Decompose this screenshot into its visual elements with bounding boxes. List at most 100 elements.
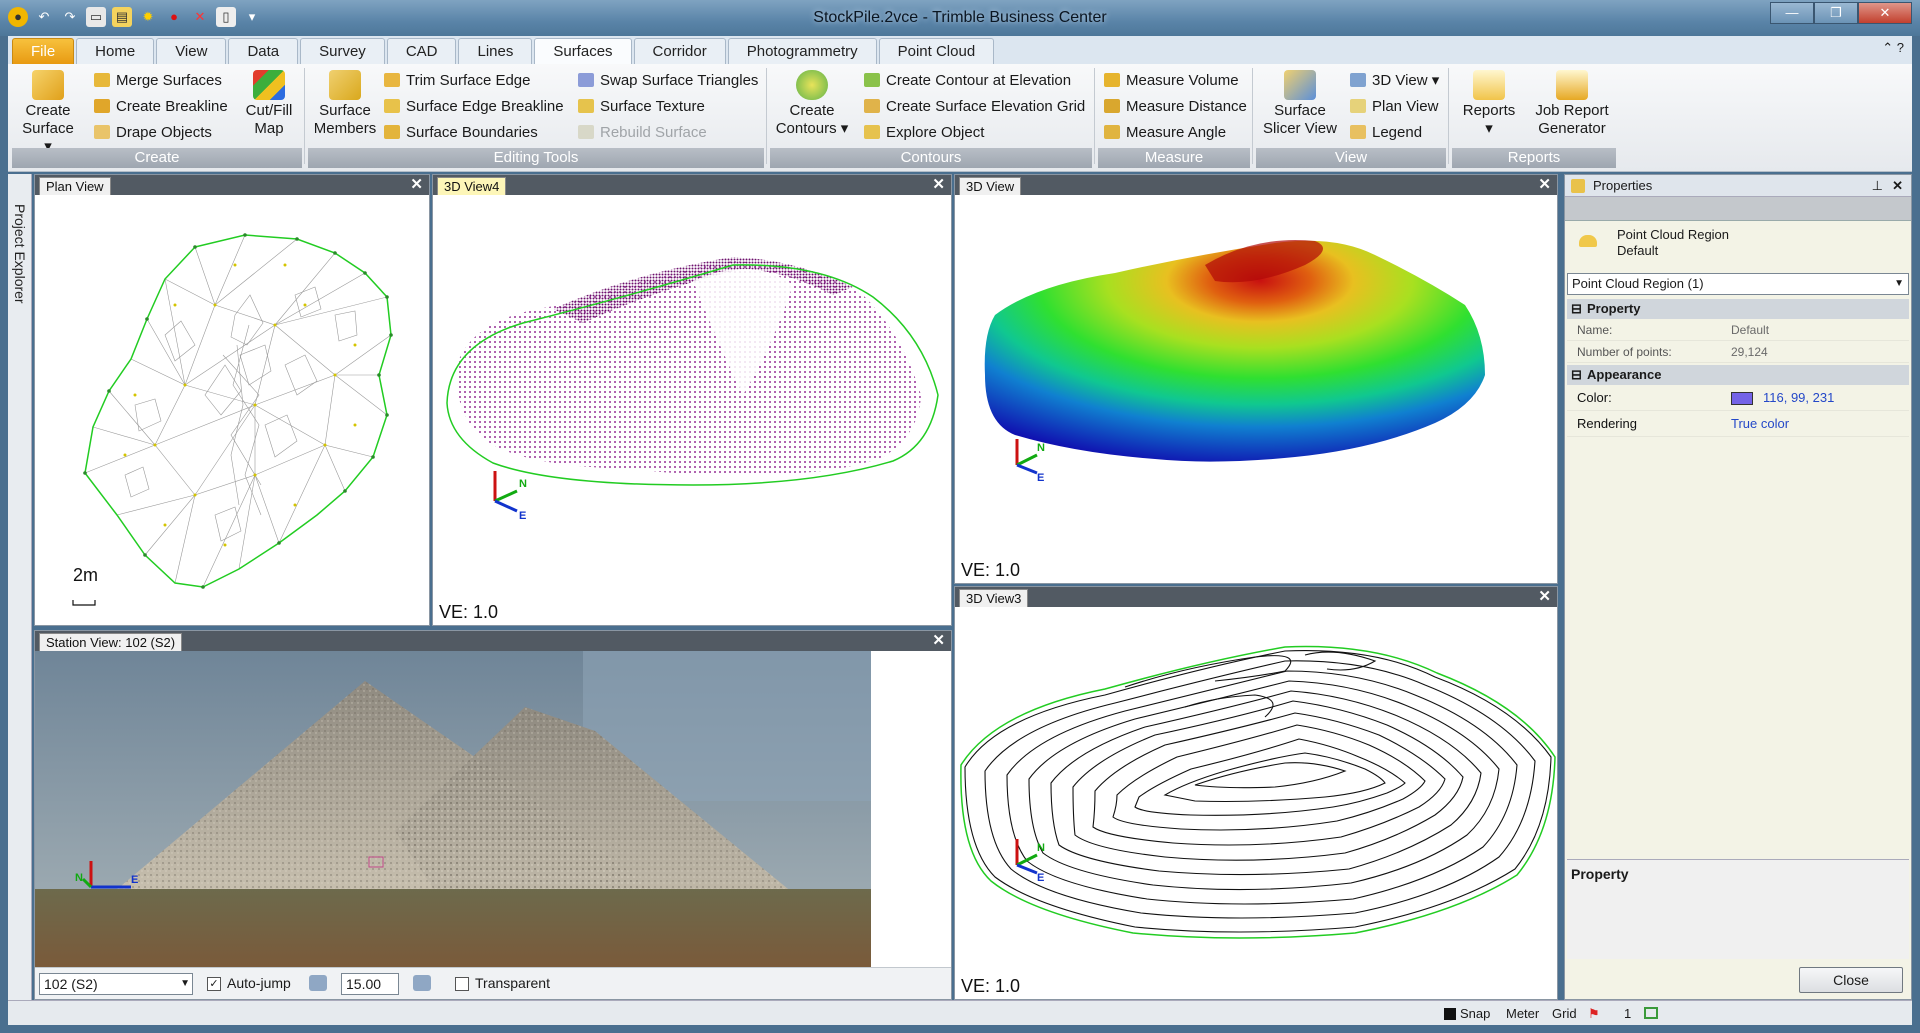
plan-view-canvas[interactable]: 2m <box>35 195 429 625</box>
close-icon[interactable]: ✕ <box>410 175 423 195</box>
create-contour-at-elevation-button[interactable]: Create Contour at Elevation <box>864 70 1071 92</box>
close-icon[interactable]: ✕ <box>1892 175 1903 197</box>
flag-icon[interactable]: ⚑ <box>1588 1006 1600 1022</box>
ribbon: Create Surface ▾ Merge Surfaces Create B… <box>8 64 1912 172</box>
breakline-icon <box>94 99 110 113</box>
tab-file[interactable]: File <box>12 38 75 64</box>
grid-toggle[interactable]: Grid <box>1552 1006 1577 1021</box>
rebuild-icon <box>578 125 594 139</box>
project-explorer-strip[interactable]: Project Explorer <box>8 174 32 1000</box>
color-swatch <box>1731 392 1753 405</box>
tab-cad[interactable]: CAD <box>386 38 457 64</box>
property-row-rendering[interactable]: Rendering True color <box>1567 411 1909 437</box>
create-contours-button[interactable]: Create Contours ▾ <box>774 70 850 138</box>
points-value: 29,124 <box>1731 345 1768 359</box>
merge-surfaces-button[interactable]: Merge Surfaces <box>94 70 222 92</box>
close-icon[interactable]: ✕ <box>1538 587 1551 607</box>
close-icon[interactable]: ✕ <box>1538 175 1551 195</box>
minimize-button[interactable]: — <box>1770 2 1814 24</box>
tab-station-view[interactable]: Station View: 102 (S2) <box>39 633 183 651</box>
tab-3d-view[interactable]: 3D View <box>959 177 1022 195</box>
zoom-value-field[interactable]: 15.00 <box>341 973 399 995</box>
close-icon[interactable]: ✕ <box>932 175 945 195</box>
section-appearance[interactable]: ⊟ Appearance <box>1567 365 1909 385</box>
tab-photogrammetry[interactable]: Photogrammetry <box>727 38 877 64</box>
measure-angle-button[interactable]: Measure Angle <box>1104 122 1226 144</box>
3d-view4-canvas[interactable]: N E VE: 1.0 <box>433 195 951 625</box>
3d-view4-panel: 3D View4 ✕ N E VE: 1.0 <box>432 174 952 626</box>
zoom-in-icon[interactable] <box>413 975 431 991</box>
measure-distance-button[interactable]: Measure Distance <box>1104 96 1247 118</box>
create-surface-button[interactable]: Create Surface ▾ <box>18 70 78 156</box>
create-breakline-button[interactable]: Create Breakline <box>94 96 228 118</box>
transparent-label: Transparent <box>475 975 550 991</box>
vertical-exaggeration: VE: 1.0 <box>961 560 1021 580</box>
select-mode-icon[interactable] <box>1644 1007 1658 1019</box>
tab-data[interactable]: Data <box>228 38 299 64</box>
status-bar: Snap Meter Grid ⚑ 1 <box>8 1000 1912 1025</box>
swap-surface-triangles-button[interactable]: Swap Surface Triangles <box>578 70 758 92</box>
ground-vegetation <box>35 889 871 967</box>
object-selector[interactable]: Point Cloud Region (1) ▼ <box>1567 273 1909 295</box>
group-view: Surface Slicer View 3D View ▾ Plan View … <box>1256 66 1446 168</box>
surface-members-button[interactable]: Surface Members <box>312 70 378 138</box>
group-label-editing-tools: Editing Tools <box>308 148 764 168</box>
snap-toggle[interactable]: Snap <box>1460 1006 1490 1021</box>
rebuild-surface-button[interactable]: Rebuild Surface <box>578 122 707 144</box>
zoom-out-icon[interactable] <box>309 975 327 991</box>
tab-point-cloud[interactable]: Point Cloud <box>878 38 995 64</box>
legend-button[interactable]: Legend <box>1350 122 1422 144</box>
tab-survey[interactable]: Survey <box>300 38 385 64</box>
auto-jump-label: Auto-jump <box>227 975 291 991</box>
maximize-button[interactable]: ❐ <box>1814 2 1858 24</box>
tab-3d-view4[interactable]: 3D View4 <box>437 177 507 195</box>
colored-surface-render: N E <box>984 240 1485 484</box>
surface-edge-breakline-button[interactable]: Surface Edge Breakline <box>384 96 564 118</box>
station-view-canvas[interactable]: N E 102 (S2) ▼ ✓ Auto-jump 15.00 Transpar… <box>35 651 951 999</box>
plan-view-button[interactable]: Plan View <box>1350 96 1438 118</box>
units-toggle[interactable]: Meter <box>1506 1006 1539 1021</box>
job-report-generator-button[interactable]: Job Report Generator <box>1530 70 1614 138</box>
property-row-color[interactable]: Color: 116, 99, 231 <box>1567 385 1909 411</box>
auto-jump-checkbox[interactable]: ✓ <box>207 977 221 991</box>
3d-view3-canvas[interactable]: N E VE: 1.0 <box>955 607 1557 999</box>
tab-lines[interactable]: Lines <box>458 38 533 64</box>
tab-3d-view3[interactable]: 3D View3 <box>959 589 1029 607</box>
station-select[interactable]: 102 (S2) ▼ <box>39 973 193 995</box>
job-report-icon <box>1556 70 1588 100</box>
surface-slicer-view-button[interactable]: Surface Slicer View <box>1258 70 1342 138</box>
tab-surfaces[interactable]: Surfaces <box>534 38 632 64</box>
measure-volume-button[interactable]: Measure Volume <box>1104 70 1239 92</box>
close-window-button[interactable]: ✕ <box>1858 2 1912 24</box>
3d-view-canvas[interactable]: N E VE: 1.0 <box>955 195 1557 583</box>
section-property[interactable]: ⊟ Property <box>1567 299 1909 319</box>
explore-object-button[interactable]: Explore Object <box>864 122 984 144</box>
close-button[interactable]: Close <box>1799 967 1903 993</box>
transparent-checkbox[interactable] <box>455 977 469 991</box>
color-value: 116, 99, 231 <box>1763 390 1835 405</box>
drape-objects-button[interactable]: Drape Objects <box>94 122 212 144</box>
create-contours-icon <box>796 70 828 100</box>
surface-texture-button[interactable]: Surface Texture <box>578 96 705 118</box>
close-icon[interactable]: ✕ <box>932 631 945 651</box>
tab-view[interactable]: View <box>156 38 227 64</box>
tab-corridor[interactable]: Corridor <box>633 38 726 64</box>
vertical-exaggeration: VE: 1.0 <box>439 602 499 622</box>
surface-boundaries-button[interactable]: Surface Boundaries <box>384 122 538 144</box>
east-label: E <box>131 874 138 886</box>
drape-icon <box>94 125 110 139</box>
tab-plan-view[interactable]: Plan View <box>39 177 111 195</box>
collapse-icon: ⊟ <box>1571 301 1582 316</box>
create-surface-elevation-grid-button[interactable]: Create Surface Elevation Grid <box>864 96 1085 118</box>
pin-icon[interactable]: ⊥ <box>1872 175 1883 197</box>
group-separator <box>1448 68 1449 164</box>
help-icon[interactable]: ⌃ ? <box>1882 40 1904 56</box>
explore-icon <box>864 125 880 139</box>
cut-fill-map-button[interactable]: Cut/Fill Map <box>238 70 300 138</box>
trim-surface-edge-button[interactable]: Trim Surface Edge <box>384 70 531 92</box>
group-label-view: View <box>1256 148 1446 168</box>
tab-home[interactable]: Home <box>76 38 155 64</box>
axis-triad: N E <box>493 471 527 522</box>
3d-view-button[interactable]: 3D View ▾ <box>1350 70 1439 92</box>
reports-button[interactable]: Reports ▾ <box>1454 70 1524 138</box>
